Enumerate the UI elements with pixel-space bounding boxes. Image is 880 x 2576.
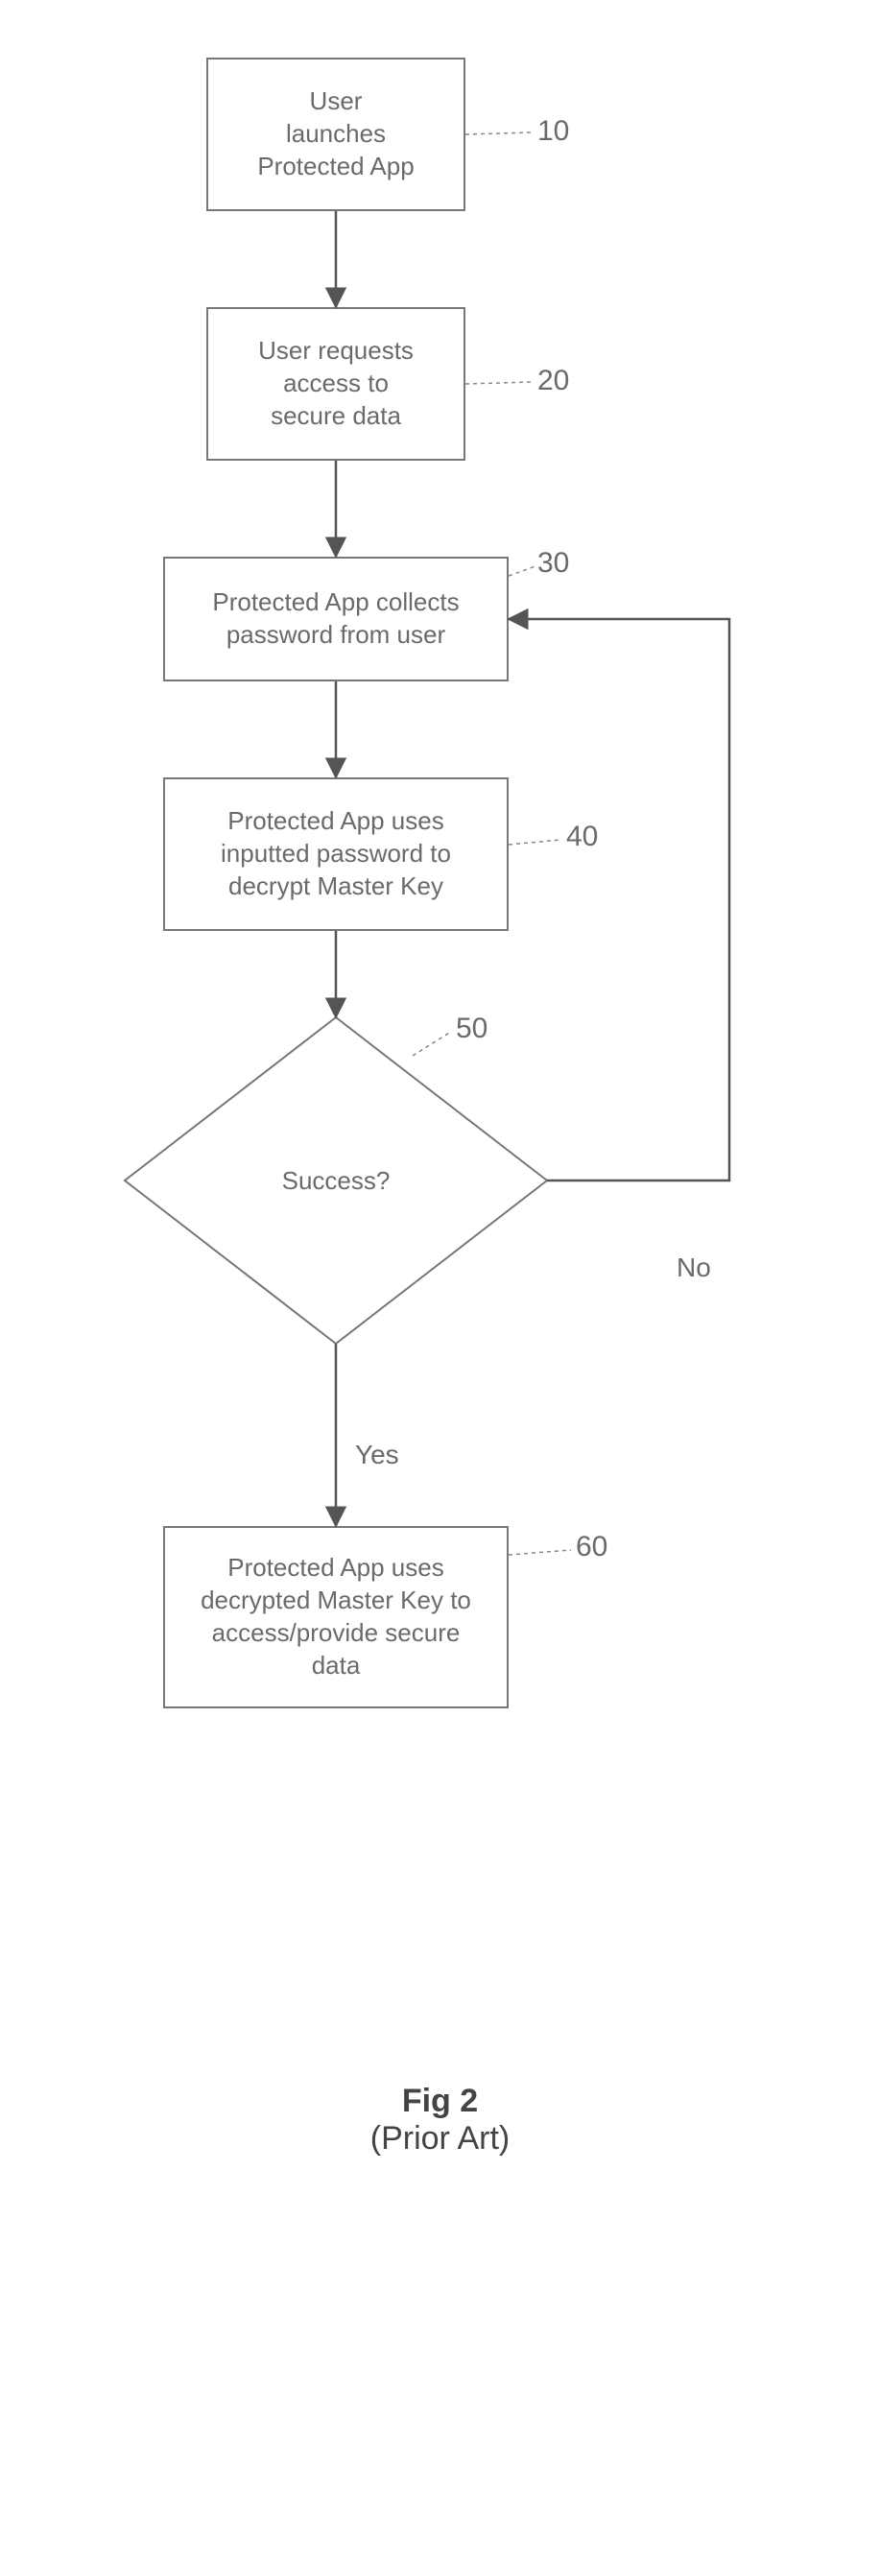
- decision-text-50: Success?: [240, 1166, 432, 1196]
- edge-label-yes: Yes: [355, 1440, 399, 1470]
- process-text-10: UserlaunchesProtected App: [257, 85, 414, 182]
- ref-label-10: 10: [537, 115, 569, 148]
- flowchart-canvas: UserlaunchesProtected App 10 User reques…: [0, 0, 880, 2576]
- process-text-20: User requestsaccess tosecure data: [258, 335, 414, 432]
- process-box-10: UserlaunchesProtected App: [206, 58, 465, 211]
- leader-30: [509, 566, 535, 576]
- process-box-40: Protected App usesinputted password tode…: [163, 777, 509, 931]
- ref-label-20: 20: [537, 365, 569, 397]
- process-box-30: Protected App collectspassword from user: [163, 557, 509, 681]
- process-text-60: Protected App usesdecrypted Master Key t…: [201, 1552, 471, 1682]
- ref-label-60: 60: [576, 1531, 607, 1563]
- leader-20: [465, 382, 533, 384]
- ref-label-40: 40: [566, 821, 598, 853]
- leader-10: [465, 132, 533, 134]
- figure-caption: Fig 2 (Prior Art): [0, 2083, 880, 2158]
- caption-title: Fig 2: [402, 2083, 478, 2119]
- process-box-60: Protected App usesdecrypted Master Key t…: [163, 1526, 509, 1708]
- leader-50: [413, 1032, 451, 1056]
- arrow-50-30-no: [509, 619, 729, 1181]
- process-text-30: Protected App collectspassword from user: [212, 586, 459, 652]
- edge-label-no: No: [677, 1252, 711, 1283]
- ref-label-50: 50: [456, 1013, 488, 1045]
- process-box-20: User requestsaccess tosecure data: [206, 307, 465, 461]
- process-text-40: Protected App usesinputted password tode…: [221, 805, 451, 902]
- leader-40: [509, 840, 561, 845]
- leader-60: [509, 1550, 571, 1555]
- ref-label-30: 30: [537, 547, 569, 580]
- caption-subtitle: (Prior Art): [370, 2120, 510, 2157]
